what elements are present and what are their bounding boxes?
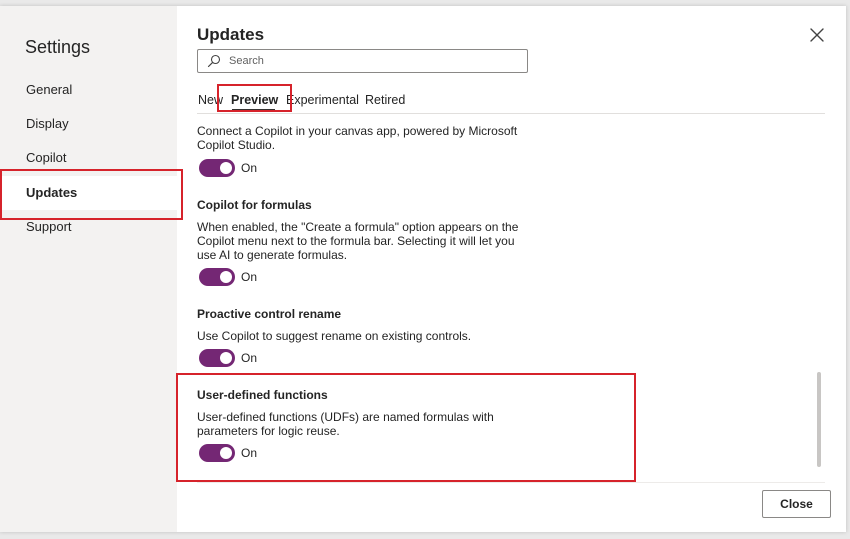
- tab-retired[interactable]: Retired: [365, 93, 405, 107]
- toggle-knob: [220, 352, 232, 364]
- toggle-knob: [220, 271, 232, 283]
- feature-description: When enabled, the "Create a formula" opt…: [197, 220, 519, 262]
- tab-new[interactable]: New: [198, 93, 223, 107]
- tab-list: New Preview Experimental Retired: [197, 88, 825, 114]
- close-icon[interactable]: [806, 24, 828, 46]
- toggle-state-label: On: [241, 161, 258, 175]
- feature-description: Use Copilot to suggest rename on existin…: [197, 329, 472, 343]
- sidebar-item-copilot[interactable]: Copilot: [0, 141, 177, 175]
- search-box[interactable]: [197, 49, 528, 73]
- sidebar: Settings General Display Copilot Updates…: [0, 6, 177, 532]
- feature-toggle[interactable]: [199, 444, 235, 462]
- search-icon: [207, 54, 221, 68]
- sidebar-item-support[interactable]: Support: [0, 210, 177, 244]
- footer-divider: [197, 482, 825, 483]
- toggle-state-label: On: [241, 446, 258, 460]
- toggle-knob: [220, 447, 232, 459]
- sidebar-item-general[interactable]: General: [0, 73, 177, 107]
- scrollbar-thumb[interactable]: [817, 372, 821, 467]
- close-button[interactable]: Close: [762, 490, 831, 518]
- toggle-knob: [220, 162, 232, 174]
- feature-title: User-defined functions: [197, 388, 328, 402]
- feature-description: Connect a Copilot in your canvas app, po…: [197, 124, 518, 152]
- sidebar-title: Settings: [25, 37, 91, 57]
- active-tab-indicator: [232, 109, 275, 111]
- settings-dialog: Settings General Display Copilot Updates…: [0, 6, 846, 532]
- search-input[interactable]: [229, 52, 519, 70]
- feature-description: User-defined functions (UDFs) are named …: [197, 410, 494, 438]
- page-title: Updates: [197, 25, 265, 44]
- sidebar-item-updates[interactable]: Updates: [0, 176, 177, 210]
- feature-toggle[interactable]: [199, 349, 235, 367]
- toggle-state-label: On: [241, 351, 258, 365]
- toggle-state-label: On: [241, 270, 258, 284]
- sidebar-item-display[interactable]: Display: [0, 107, 177, 141]
- feature-toggle[interactable]: [199, 268, 235, 286]
- feature-title: Proactive control rename: [197, 307, 342, 321]
- feature-toggle[interactable]: [199, 159, 235, 177]
- feature-title: Copilot for formulas: [197, 198, 312, 212]
- tab-experimental[interactable]: Experimental: [286, 93, 359, 107]
- tab-preview[interactable]: Preview: [231, 93, 278, 107]
- features-list: Connect a Copilot in your canvas app, po…: [197, 116, 617, 488]
